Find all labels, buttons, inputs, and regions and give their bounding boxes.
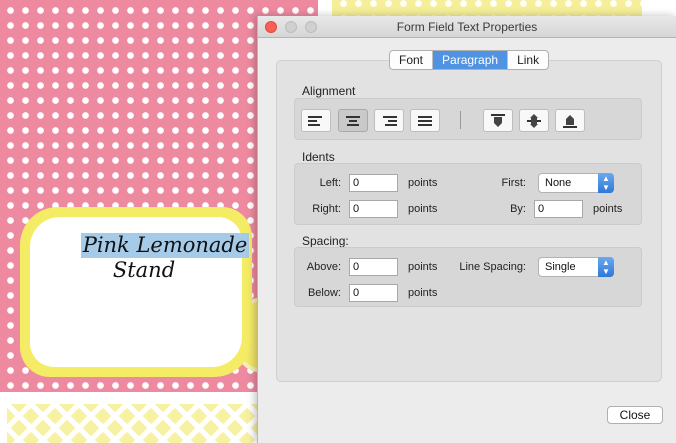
close-button[interactable]: Close	[607, 406, 663, 424]
page-gap	[0, 392, 258, 404]
alignment-label: Alignment	[302, 84, 356, 98]
tab-font[interactable]: Font	[390, 51, 434, 69]
align-center-icon	[346, 115, 360, 126]
align-left-button[interactable]	[301, 109, 331, 132]
right-indent-input[interactable]	[349, 200, 398, 218]
line-spacing-value: Single	[545, 261, 576, 273]
label-line-1: Pink Lemonade	[80, 233, 250, 258]
valign-bottom-button[interactable]	[555, 109, 585, 132]
title-bar[interactable]: Form Field Text Properties	[258, 16, 676, 38]
above-unit: points	[408, 261, 438, 273]
valign-bottom-icon	[563, 114, 577, 128]
spacing-above-input[interactable]	[349, 258, 398, 276]
by-unit: points	[593, 203, 623, 215]
first-indent-value: None	[545, 177, 572, 189]
valign-top-button[interactable]	[483, 109, 513, 132]
valign-middle-icon	[527, 113, 541, 128]
align-justify-icon	[418, 115, 432, 126]
above-label: Above:	[306, 261, 341, 273]
valign-middle-button[interactable]	[519, 109, 549, 132]
left-unit: points	[408, 177, 438, 189]
select-stepper-icon: ▲ ▼	[598, 257, 614, 277]
label-line-2: Stand	[112, 258, 176, 282]
by-indent-input[interactable]	[534, 200, 583, 218]
select-stepper-icon: ▲ ▼	[598, 173, 614, 193]
below-unit: points	[408, 287, 438, 299]
tab-link[interactable]: Link	[508, 51, 548, 69]
line-spacing-label: Line Spacing:	[459, 261, 526, 273]
left-label: Left:	[319, 177, 341, 189]
yellow-chevron-background	[7, 404, 257, 443]
dialog-title: Form Field Text Properties	[396, 20, 538, 34]
align-left-icon	[308, 115, 322, 126]
line-spacing-select[interactable]: Single ▲ ▼	[538, 257, 614, 277]
align-right-button[interactable]	[374, 109, 404, 132]
align-justify-button[interactable]	[410, 109, 440, 132]
valign-top-icon	[491, 113, 505, 127]
tab-paragraph[interactable]: Paragraph	[433, 51, 509, 69]
left-indent-input[interactable]	[349, 174, 398, 192]
spacing-group	[294, 247, 642, 307]
align-right-icon	[383, 115, 397, 126]
label-text-field[interactable]: Pink Lemonade Stand	[80, 233, 250, 283]
align-center-button[interactable]	[338, 109, 368, 132]
by-label: By:	[510, 203, 526, 215]
spacing-label: Spacing:	[302, 234, 349, 248]
below-label: Below:	[307, 287, 341, 299]
spacing-below-input[interactable]	[349, 284, 398, 302]
first-indent-select[interactable]: None ▲ ▼	[538, 173, 614, 193]
idents-label: Idents	[302, 150, 335, 164]
form-field-text-properties-dialog: Form Field Text Properties Font Paragrap…	[257, 16, 676, 443]
first-label: First:	[501, 177, 526, 189]
tab-bar: Font Paragraph Link	[389, 50, 550, 70]
right-unit: points	[408, 203, 438, 215]
right-label: Right:	[312, 203, 341, 215]
alignment-separator	[460, 111, 461, 129]
